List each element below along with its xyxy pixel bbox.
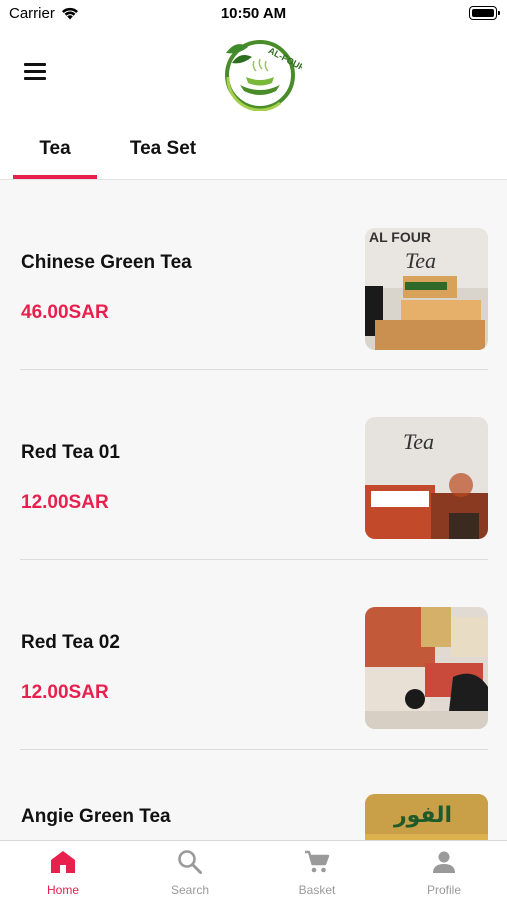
menu-icon-line xyxy=(24,77,46,80)
profile-icon xyxy=(433,851,455,873)
product-list[interactable]: Chinese Green Tea 46.00SAR AL FOUR Tea R… xyxy=(0,180,507,840)
product-name: Red Tea 01 xyxy=(21,442,120,463)
product-name: Red Tea 02 xyxy=(21,632,120,653)
product-image: الفور xyxy=(365,794,488,840)
battery-icon xyxy=(469,6,500,20)
product-card[interactable]: Red Tea 01 12.00SAR Tea xyxy=(20,370,488,560)
status-time: 10:50 AM xyxy=(220,5,287,22)
category-tabs: Tea Tea Set xyxy=(0,118,507,180)
product-price: 46.00SAR xyxy=(21,302,109,323)
product-card[interactable]: Angie Green Tea الفور xyxy=(20,750,488,840)
menu-icon xyxy=(24,63,46,66)
product-card[interactable]: Red Tea 02 12.00SAR xyxy=(20,560,488,750)
product-image-text: الفور xyxy=(393,803,452,828)
nav-basket[interactable]: Basket xyxy=(254,841,380,900)
nav-home[interactable]: Home xyxy=(0,841,126,900)
nav-profile[interactable]: Profile xyxy=(381,841,507,900)
active-tab-indicator xyxy=(13,175,97,179)
svg-text:AL FOUR: AL FOUR xyxy=(369,229,431,245)
product-price: 12.00SAR xyxy=(21,682,109,703)
home-icon xyxy=(51,851,75,873)
tab-tea[interactable]: Tea xyxy=(13,118,97,179)
nav-search-label: Search xyxy=(170,883,210,897)
app-header: AL-FOUR xyxy=(0,28,507,118)
status-bar: Carrier 10:50 AM xyxy=(0,0,507,28)
menu-button[interactable] xyxy=(18,58,52,86)
product-image xyxy=(365,607,488,729)
nav-home-label: Home xyxy=(46,883,79,897)
product-price: 12.00SAR xyxy=(21,492,109,513)
tab-tea-set[interactable]: Tea Set xyxy=(116,118,210,179)
product-name: Chinese Green Tea xyxy=(21,252,192,273)
logo-text: AL-FOUR xyxy=(267,45,302,73)
nav-profile-label: Profile xyxy=(426,883,461,897)
nav-search[interactable]: Search xyxy=(127,841,253,900)
nav-basket-label: Basket xyxy=(298,883,336,897)
product-card[interactable]: Chinese Green Tea 46.00SAR AL FOUR Tea xyxy=(20,180,488,370)
bottom-navigation: Home Search Basket Profile xyxy=(0,840,507,900)
menu-icon-line xyxy=(24,70,46,73)
cart-icon xyxy=(305,850,330,873)
product-image: AL FOUR Tea xyxy=(365,228,488,350)
svg-text:Tea: Tea xyxy=(405,248,436,273)
search-icon xyxy=(178,850,202,874)
brand-logo: AL-FOUR xyxy=(225,40,302,111)
svg-text:Tea: Tea xyxy=(403,429,434,454)
product-name: Angie Green Tea xyxy=(21,806,171,827)
product-image: Tea xyxy=(365,417,488,539)
